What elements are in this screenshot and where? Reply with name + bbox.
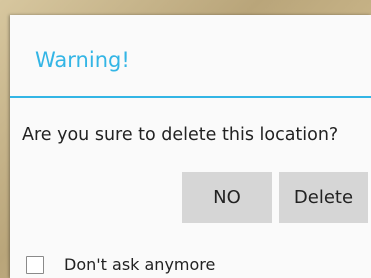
delete-button[interactable]: Delete: [279, 172, 368, 223]
dont-ask-row[interactable]: Don't ask anymore: [26, 255, 215, 275]
dialog-message: Are you sure to delete this location?: [22, 125, 339, 145]
warning-dialog: Warning! Are you sure to delete this loc…: [10, 15, 371, 278]
dont-ask-checkbox[interactable]: [26, 256, 44, 274]
no-button[interactable]: NO: [182, 172, 272, 223]
dont-ask-label: Don't ask anymore: [64, 255, 216, 274]
dialog-title: Warning!: [35, 48, 130, 72]
title-divider: [10, 96, 371, 98]
